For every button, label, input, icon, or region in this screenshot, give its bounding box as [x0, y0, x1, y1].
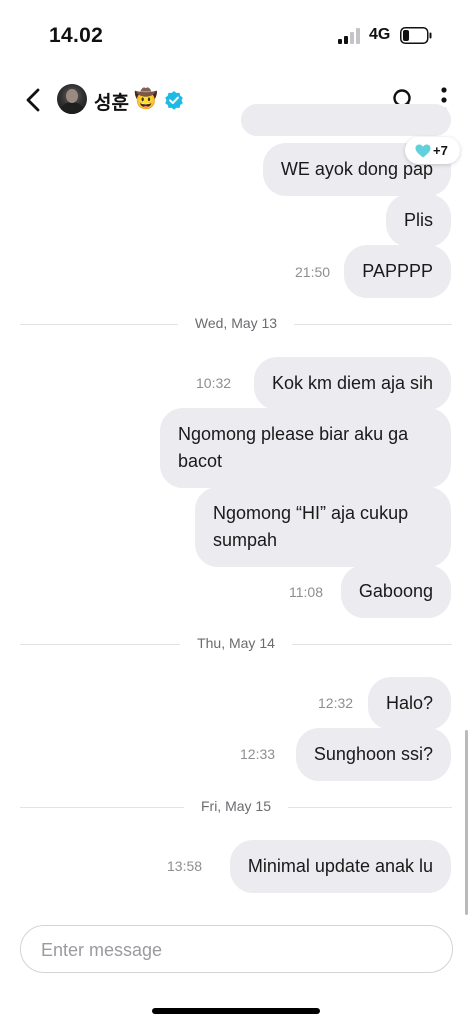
message-text: Gaboong — [358, 581, 433, 601]
scrollbar[interactable] — [465, 730, 468, 915]
reaction-count: +7 — [433, 143, 448, 158]
message-input[interactable] — [39, 936, 433, 964]
message-composer[interactable] — [20, 925, 453, 973]
battery-icon — [400, 27, 432, 44]
contact-name[interactable]: 성훈 — [94, 88, 129, 115]
message-bubble[interactable]: PAPPPP — [344, 245, 451, 298]
message-text: PAPPPP — [362, 261, 433, 281]
message-timestamp: 13:58 — [167, 858, 203, 874]
message-bubble[interactable]: Plis — [385, 194, 451, 247]
heart-icon — [415, 144, 431, 158]
status-time: 14.02 — [49, 24, 104, 47]
message-bubble[interactable] — [241, 104, 451, 136]
message-text: Sunghoon ssi? — [313, 744, 433, 764]
message-timestamp: 10:32 — [196, 375, 232, 391]
message-bubble[interactable]: Kok km diem aja sih — [253, 357, 451, 410]
message-text: Minimal update anak lu — [247, 856, 433, 876]
cowboy-emoji-icon: 🤠 — [134, 89, 158, 110]
message-bubble[interactable]: Ngomong please biar aku ga bacot — [160, 408, 451, 488]
back-arrow-icon[interactable] — [20, 84, 48, 116]
message-text: Ngomong “HI” aja cukup sumpah — [213, 503, 409, 550]
date-divider: Fri, May 15 — [20, 798, 452, 814]
message-timestamp: 12:32 — [318, 695, 354, 711]
date-divider: Wed, May 13 — [20, 315, 452, 331]
message-timestamp: 11:08 — [289, 584, 323, 600]
cellular-signal-icon — [338, 28, 360, 44]
date-divider-label: Wed, May 13 — [194, 315, 278, 331]
date-divider-label: Fri, May 15 — [200, 798, 271, 814]
message-text: Kok km diem aja sih — [271, 373, 433, 393]
status-bar: 14.02 4G — [0, 0, 472, 70]
message-text: Ngomong please biar aku ga bacot — [178, 424, 409, 471]
message-bubble[interactable]: Halo? — [367, 677, 451, 730]
message-bubble[interactable]: Minimal update anak lu — [229, 840, 451, 893]
message-text: WE ayok dong pap — [280, 159, 433, 179]
date-divider: Thu, May 14 — [20, 635, 452, 651]
message-timestamp: 21:50 — [295, 264, 331, 280]
message-bubble[interactable]: Gaboong — [340, 565, 451, 618]
message-timestamp: 12:33 — [240, 746, 276, 762]
message-text: Halo? — [385, 693, 433, 713]
date-divider-label: Thu, May 14 — [197, 635, 275, 651]
reaction-badge[interactable]: +7 — [405, 137, 460, 164]
message-bubble[interactable]: Ngomong “HI” aja cukup sumpah — [195, 487, 451, 567]
message-bubble[interactable]: Sunghoon ssi? — [295, 728, 451, 781]
home-indicator[interactable] — [152, 1008, 320, 1014]
message-text: Plis — [403, 210, 433, 230]
verified-badge-icon — [165, 91, 183, 110]
avatar[interactable] — [57, 84, 87, 114]
network-type: 4G — [369, 26, 391, 43]
